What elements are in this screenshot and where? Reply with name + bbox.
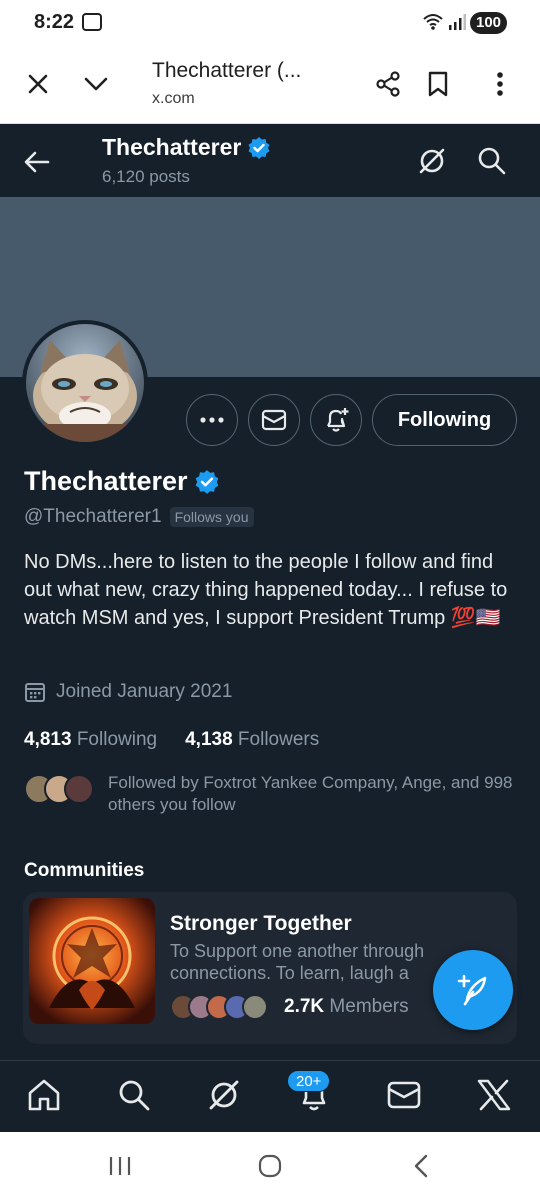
recent-apps-button[interactable]: [103, 1150, 137, 1182]
verified-icon: [195, 469, 218, 494]
nav-home[interactable]: [24, 1075, 64, 1115]
community-members: 2.7K Members: [170, 994, 409, 1020]
profile-actions: Following: [0, 394, 540, 446]
home-button[interactable]: [253, 1150, 287, 1182]
share-icon: [376, 71, 400, 97]
expand-button[interactable]: [76, 64, 116, 104]
follower-avatar: [64, 774, 94, 804]
community-image: [29, 898, 155, 1024]
more-options-button[interactable]: [480, 64, 520, 104]
followers-count: 4,138: [185, 729, 233, 750]
home-icon: [28, 1079, 60, 1111]
browser-toolbar: Thechatterer (... x.com: [0, 46, 540, 124]
nav-grok[interactable]: [204, 1075, 244, 1115]
message-icon: [261, 409, 287, 431]
communities-heading: Communities: [24, 860, 145, 881]
joined-date: Joined January 2021: [24, 681, 232, 703]
followed-by[interactable]: Followed by Foxtrot Yankee Company, Ange…: [24, 770, 524, 820]
verified-icon: [248, 136, 270, 159]
following-label: Following: [76, 729, 158, 750]
compose-button[interactable]: [433, 950, 513, 1030]
status-time: 8:22: [34, 11, 75, 33]
grok-icon: [209, 1080, 239, 1110]
profile-handle: @Thechatterer1: [24, 506, 162, 527]
signal-icon: [449, 14, 466, 30]
back-arrow-icon[interactable]: [20, 145, 54, 179]
search-icon[interactable]: [474, 143, 510, 179]
members-count: 2.7K: [284, 996, 325, 1017]
screenshot-icon: [82, 13, 102, 31]
close-button[interactable]: [18, 64, 58, 104]
profile-header-bar: Thechatterer 6,120 posts: [0, 125, 540, 197]
members-text: 2.7K Members: [284, 996, 409, 1018]
profile-bio: No DMs...here to listen to the people I …: [24, 551, 508, 629]
system-navigation-bar: [0, 1132, 540, 1200]
nav-search[interactable]: [114, 1075, 154, 1115]
follows-you-badge: Follows you: [169, 507, 254, 527]
message-button[interactable]: [248, 394, 300, 446]
community-name: Stronger Together: [170, 912, 352, 935]
more-vert-icon: [497, 72, 503, 96]
header-name-text: Thechatterer: [102, 134, 242, 160]
bottom-navigation: 20+: [0, 1060, 540, 1132]
page-url: x.com: [152, 90, 195, 107]
nav-x[interactable]: [474, 1075, 514, 1115]
mail-icon: [387, 1081, 421, 1109]
battery-indicator: 100: [470, 12, 508, 34]
joined-text: Joined January 2021: [56, 681, 233, 702]
notifications-subscribe-button[interactable]: [310, 394, 362, 446]
search-icon: [119, 1080, 150, 1111]
followers-count-link[interactable]: 4,138 Followers: [185, 729, 319, 751]
bookmark-button[interactable]: [418, 64, 458, 104]
home-circle-icon: [258, 1154, 282, 1178]
following-count: 4,813: [24, 729, 72, 750]
header-name: Thechatterer: [102, 134, 271, 161]
member-avatar: [242, 994, 268, 1020]
community-description: To Support one another through connectio…: [170, 941, 425, 983]
following-count-link[interactable]: 4,813 Following: [24, 729, 157, 751]
back-button[interactable]: [404, 1150, 438, 1182]
bookmark-icon: [428, 71, 448, 97]
post-count: 6,120 posts: [102, 167, 190, 186]
members-label: Members: [329, 996, 409, 1017]
compose-icon: [457, 974, 487, 1006]
notifications-badge: 20+: [287, 1070, 331, 1092]
followers-label: Followers: [237, 729, 320, 750]
profile-name-text: Thechatterer: [24, 466, 188, 496]
grok-icon[interactable]: [414, 143, 450, 179]
wifi-icon: [423, 14, 443, 30]
more-button[interactable]: [186, 394, 238, 446]
notification-plus-icon: [327, 408, 349, 432]
follow-counts: 4,813 Following 4,138 Followers: [24, 729, 319, 751]
status-bar: 8:22 100: [0, 0, 540, 46]
page-title: Thechatterer (...: [152, 59, 302, 82]
phoenix-image: [29, 898, 155, 1024]
handle-row: @Thechatterer1 Follows you: [24, 506, 254, 528]
chevron-down-icon: [84, 77, 108, 91]
following-button[interactable]: Following: [372, 394, 517, 446]
recents-icon: [109, 1157, 131, 1175]
back-chevron-icon: [414, 1154, 428, 1178]
x-logo-icon: [477, 1079, 511, 1111]
profile-name: Thechatterer: [24, 466, 220, 497]
share-button[interactable]: [368, 64, 408, 104]
more-horizontal-icon: [200, 417, 224, 423]
close-icon: [28, 74, 48, 94]
nav-messages[interactable]: [384, 1075, 424, 1115]
followed-by-text: Followed by Foxtrot Yankee Company, Ange…: [108, 773, 513, 814]
calendar-icon: [25, 683, 45, 702]
